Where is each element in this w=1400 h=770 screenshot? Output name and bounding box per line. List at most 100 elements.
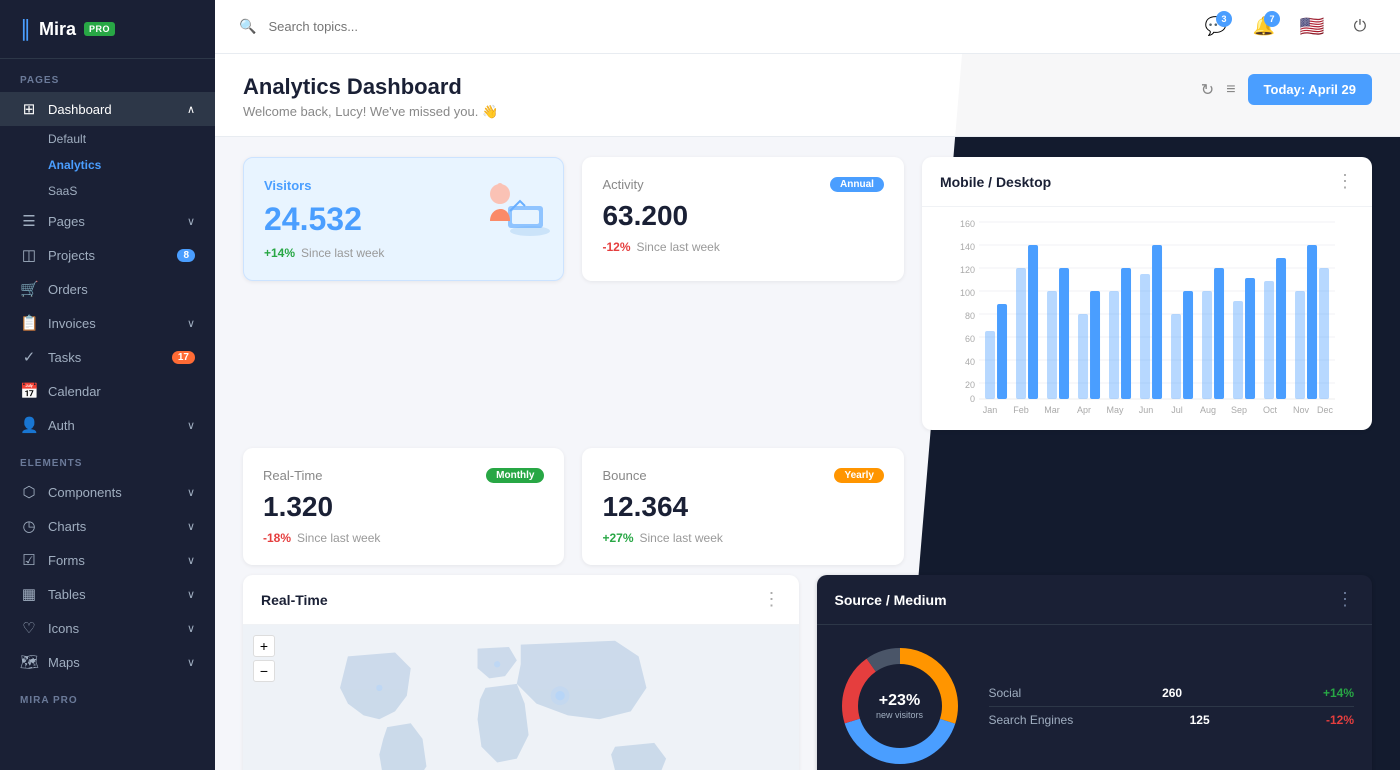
sidebar-item-saas[interactable]: SaaS bbox=[48, 178, 215, 204]
section-label-pages: PAGES bbox=[0, 59, 215, 92]
activity-change-value: -12% bbox=[602, 240, 630, 254]
calendar-icon: 📅 bbox=[20, 382, 38, 400]
donut-center-sub: new visitors bbox=[876, 710, 923, 720]
svg-text:Jun: Jun bbox=[1139, 405, 1154, 415]
sidebar-item-projects[interactable]: ◫ Projects 8 bbox=[0, 238, 215, 272]
components-icon: ⬡ bbox=[20, 483, 38, 501]
components-chevron: ∨ bbox=[187, 486, 195, 499]
content-z: Analytics Dashboard Welcome back, Lucy! … bbox=[215, 54, 1400, 770]
today-button[interactable]: Today: April 29 bbox=[1248, 74, 1372, 105]
main-content: 🔍 💬 3 🔔 7 🇺🇸 ⏻ An bbox=[215, 0, 1400, 770]
world-map-svg bbox=[243, 625, 799, 770]
svg-text:Mar: Mar bbox=[1044, 405, 1060, 415]
realtime-badge: Monthly bbox=[486, 468, 544, 483]
bounce-change-value: +27% bbox=[602, 531, 633, 545]
svg-text:100: 100 bbox=[960, 288, 975, 298]
activity-change: -12% Since last week bbox=[602, 240, 883, 254]
components-label: Components bbox=[48, 485, 122, 500]
alerts-button[interactable]: 🔔 7 bbox=[1248, 11, 1280, 43]
sidebar-item-icons[interactable]: ♡ Icons ∨ bbox=[0, 611, 215, 645]
source-search-value: 125 bbox=[1190, 713, 1210, 727]
sidebar-item-orders[interactable]: 🛒 Orders bbox=[0, 272, 215, 306]
sidebar-item-forms[interactable]: ☑ Forms ∨ bbox=[0, 543, 215, 577]
sidebar-item-tables[interactable]: ▦ Tables ∨ bbox=[0, 577, 215, 611]
language-button[interactable]: 🇺🇸 bbox=[1296, 11, 1328, 43]
source-medium-card: Source / Medium ⋮ bbox=[817, 575, 1373, 770]
maps-icon: 🗺 bbox=[20, 653, 38, 671]
charts-label: Charts bbox=[48, 519, 86, 534]
map-zoom-out[interactable]: − bbox=[253, 660, 275, 682]
mobile-desktop-title: Mobile / Desktop bbox=[940, 174, 1051, 190]
logo-area: ∥ Mira PRO bbox=[0, 0, 215, 59]
source-title: Source / Medium bbox=[835, 592, 947, 608]
auth-label: Auth bbox=[48, 418, 75, 433]
filter-icon[interactable]: ≡ bbox=[1226, 81, 1235, 99]
source-social-value: 260 bbox=[1162, 686, 1182, 700]
saas-label: SaaS bbox=[48, 184, 77, 198]
sidebar-item-invoices[interactable]: 📋 Invoices ∨ bbox=[0, 306, 215, 340]
svg-text:60: 60 bbox=[965, 334, 975, 344]
svg-text:Sep: Sep bbox=[1231, 405, 1247, 415]
scroll-area: Analytics Dashboard Welcome back, Lucy! … bbox=[215, 54, 1400, 770]
projects-icon: ◫ bbox=[20, 246, 38, 264]
sidebar-item-auth[interactable]: 👤 Auth ∨ bbox=[0, 408, 215, 442]
map-header: Real-Time ⋮ bbox=[243, 575, 799, 625]
power-icon: ⏻ bbox=[1354, 18, 1367, 36]
svg-text:140: 140 bbox=[960, 242, 975, 252]
sidebar-sub-dashboard: Default Analytics SaaS bbox=[0, 126, 215, 204]
auth-chevron: ∨ bbox=[187, 419, 195, 432]
sidebar-item-components[interactable]: ⬡ Components ∨ bbox=[0, 475, 215, 509]
source-row-search: Search Engines 125 -12% bbox=[989, 707, 1355, 733]
notifications-button[interactable]: 💬 3 bbox=[1200, 11, 1232, 43]
sidebar-item-default[interactable]: Default bbox=[48, 126, 215, 152]
alerts-badge: 7 bbox=[1264, 11, 1280, 27]
refresh-icon[interactable]: ↻ bbox=[1201, 80, 1214, 100]
activity-badge: Annual bbox=[830, 177, 884, 192]
realtime-since: Since last week bbox=[297, 531, 380, 545]
stats-section: Visitors 24.532 +14% Since last week bbox=[215, 137, 1400, 575]
sidebar-item-analytics[interactable]: Analytics bbox=[48, 152, 215, 178]
power-button[interactable]: ⏻ bbox=[1344, 11, 1376, 43]
orders-icon: 🛒 bbox=[20, 280, 38, 298]
map-zoom-in[interactable]: + bbox=[253, 635, 275, 657]
realtime-change: -18% Since last week bbox=[263, 531, 544, 545]
map-controls: + − bbox=[253, 635, 275, 682]
sidebar-item-maps[interactable]: 🗺 Maps ∨ bbox=[0, 645, 215, 679]
sidebar-item-charts[interactable]: ◷ Charts ∨ bbox=[0, 509, 215, 543]
bar-chart-svg: 160 140 120 100 80 60 40 20 0 bbox=[938, 217, 1356, 417]
donut-center: +23% new visitors bbox=[876, 692, 923, 720]
source-body: +23% new visitors Social 260 +14% bbox=[817, 625, 1373, 770]
source-more-icon[interactable]: ⋮ bbox=[1336, 589, 1354, 610]
maps-label: Maps bbox=[48, 655, 80, 670]
chart-more-icon[interactable]: ⋮ bbox=[1336, 171, 1354, 192]
sidebar-item-pages[interactable]: ☰ Pages ∨ bbox=[0, 204, 215, 238]
charts-icon: ◷ bbox=[20, 517, 38, 535]
map-title: Real-Time bbox=[261, 592, 328, 608]
source-search-name: Search Engines bbox=[989, 713, 1074, 727]
svg-text:160: 160 bbox=[960, 219, 975, 229]
pages-icon: ☰ bbox=[20, 212, 38, 230]
svg-text:Apr: Apr bbox=[1077, 405, 1091, 415]
default-label: Default bbox=[48, 132, 86, 146]
bounce-change: +27% Since last week bbox=[602, 531, 883, 545]
stat-card-visitors: Visitors 24.532 +14% Since last week bbox=[243, 157, 564, 281]
page-header-right: ↻ ≡ Today: April 29 bbox=[1201, 74, 1372, 105]
map-more-icon[interactable]: ⋮ bbox=[763, 589, 781, 610]
stat-card-bounce: Bounce Yearly 12.364 +27% Since last wee… bbox=[582, 448, 903, 565]
lower-section: Real-Time ⋮ + − bbox=[215, 575, 1400, 770]
realtime-value: 1.320 bbox=[263, 491, 544, 523]
empty-space bbox=[922, 448, 1372, 565]
svg-text:20: 20 bbox=[965, 380, 975, 390]
sidebar-item-tasks[interactable]: ✓ Tasks 17 bbox=[0, 340, 215, 374]
page-subtitle: Welcome back, Lucy! We've missed you. 👋 bbox=[243, 104, 498, 120]
sidebar-item-dashboard[interactable]: ⊞ Dashboard ∧ bbox=[0, 92, 215, 126]
source-search-change: -12% bbox=[1326, 713, 1354, 727]
sidebar-item-calendar[interactable]: 📅 Calendar bbox=[0, 374, 215, 408]
bounce-header: Bounce Yearly bbox=[602, 468, 883, 483]
visitors-change: +14% Since last week bbox=[264, 246, 543, 260]
svg-text:Oct: Oct bbox=[1263, 405, 1278, 415]
topbar: 🔍 💬 3 🔔 7 🇺🇸 ⏻ bbox=[215, 0, 1400, 54]
flag-icon: 🇺🇸 bbox=[1300, 14, 1325, 39]
search-input[interactable] bbox=[268, 19, 1188, 34]
charts-chevron: ∨ bbox=[187, 520, 195, 533]
